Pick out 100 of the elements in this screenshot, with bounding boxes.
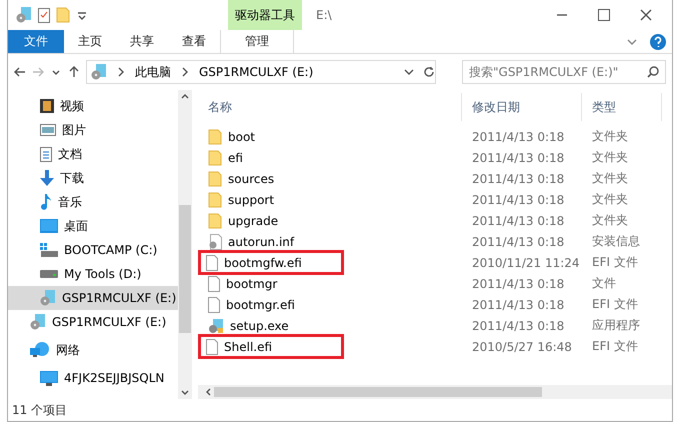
type-cell-text: EFI 文件 xyxy=(591,254,639,271)
scrollbar[interactable] xyxy=(198,385,672,399)
nav-item[interactable]: 视频 xyxy=(8,94,178,118)
monitor-icon xyxy=(40,370,58,386)
file-name[interactable]: autorun.inf xyxy=(228,234,294,248)
ribbon-tab[interactable]: 共享 xyxy=(116,30,168,53)
close-icon xyxy=(640,9,652,21)
nav-item[interactable]: My Tools (D:) xyxy=(8,262,178,286)
file-name[interactable]: bootmgr.efi xyxy=(226,298,295,312)
type-cell-text: 文件夹 xyxy=(591,212,629,229)
date-cell-text: 2010/11/21 11:24 xyxy=(471,256,581,270)
nav-item[interactable]: GSP1RMCULXF (E:) xyxy=(8,286,178,310)
disc-drive-icon xyxy=(16,7,32,23)
type-cell-text: EFI 文件 xyxy=(591,296,639,313)
search-icon xyxy=(647,66,659,78)
back-icon xyxy=(14,66,26,78)
file-name[interactable]: support xyxy=(228,192,274,206)
nav-label: 网络 xyxy=(56,342,80,358)
date-cell-text: 2011/4/13 0:18 xyxy=(471,234,566,248)
date-cell-text: 2011/4/13 0:18 xyxy=(471,172,566,186)
nav-item[interactable]: BOOTCAMP (C:) xyxy=(8,238,178,262)
nav-label: 下载 xyxy=(60,170,84,186)
up-icon xyxy=(68,66,80,78)
network-icon xyxy=(30,342,50,358)
file-icon xyxy=(208,276,220,292)
drive-icon xyxy=(40,243,58,257)
type-cell-text: 安装信息 xyxy=(591,233,641,250)
refresh-icon xyxy=(423,66,435,78)
nav-label: 音乐 xyxy=(58,194,82,210)
type-cell-text: EFI 文件 xyxy=(591,338,639,355)
nav-item[interactable]: 图片 xyxy=(8,118,178,142)
date-cell-text: 2011/4/13 0:18 xyxy=(471,214,566,228)
scroll-thumb[interactable] xyxy=(179,205,191,333)
down-arrow-icon xyxy=(40,170,54,186)
help-icon xyxy=(650,34,666,50)
nav-label: 图片 xyxy=(62,122,86,138)
nav-item[interactable]: 音乐 xyxy=(8,190,178,214)
scroll-thumb[interactable] xyxy=(214,387,542,397)
nav-label: 4FJK2SEJJBJSQLN xyxy=(64,371,164,385)
document-icon xyxy=(40,146,52,162)
setup-icon xyxy=(208,318,224,334)
file-name[interactable]: bootmgfw.efi xyxy=(224,256,302,270)
scrollbar[interactable] xyxy=(178,90,192,399)
column-header[interactable]: 类型 xyxy=(582,93,662,121)
disc-drive-icon xyxy=(30,314,46,330)
type-cell-text: 文件夹 xyxy=(591,128,629,145)
disc-drive-icon xyxy=(40,290,56,306)
nav-label: BOOTCAMP (C:) xyxy=(64,243,158,257)
nav-item[interactable]: 下载 xyxy=(8,166,178,190)
column-header[interactable]: 名称 xyxy=(198,93,462,121)
nav-item[interactable]: GSP1RMCULXF (E:) xyxy=(8,310,178,334)
ribbon-tab[interactable]: 管理 xyxy=(220,30,294,53)
date-cell-text: 2011/4/13 0:18 xyxy=(471,276,566,290)
status-text: 11 个项目 xyxy=(12,402,68,418)
file-icon xyxy=(208,296,220,312)
folder-icon xyxy=(56,7,70,23)
date-cell-text: 2011/4/13 0:18 xyxy=(471,192,566,206)
desktop-icon xyxy=(40,219,58,233)
file-name[interactable]: sources xyxy=(228,172,274,186)
film-icon xyxy=(40,99,54,113)
breadcrumb[interactable]: GSP1RMCULXF (E:) xyxy=(199,65,314,79)
forward-icon xyxy=(32,66,44,78)
type-cell-text: 应用程序 xyxy=(591,317,641,334)
music-note-icon xyxy=(40,194,52,210)
nav-label: GSP1RMCULXF (E:) xyxy=(52,315,166,329)
nav-item[interactable]: 文档 xyxy=(8,142,178,166)
type-cell-text: 文件夹 xyxy=(591,149,629,166)
date-cell-text: 2011/4/13 0:18 xyxy=(471,318,566,332)
maximize-icon xyxy=(598,9,610,21)
folder-icon xyxy=(208,192,222,208)
nav-label: 桌面 xyxy=(64,218,88,234)
nav-label: GSP1RMCULXF (E:) xyxy=(62,291,176,305)
ribbon-tab[interactable]: 主页 xyxy=(64,30,116,53)
window-title: E:\ xyxy=(315,7,333,24)
file-name[interactable]: bootmgr xyxy=(226,276,278,290)
search-field[interactable]: 搜索"GSP1RMCULXF (E:)" xyxy=(462,60,666,84)
file-name[interactable]: upgrade xyxy=(228,214,278,228)
type-cell-text: 文件夹 xyxy=(591,170,629,187)
nav-label: My Tools (D:) xyxy=(64,267,142,281)
nav-item[interactable]: 网络 xyxy=(8,338,178,362)
folder-icon xyxy=(208,128,222,144)
file-name[interactable]: setup.exe xyxy=(230,318,289,332)
ribbon-tab[interactable]: 查看 xyxy=(168,30,220,53)
file-name[interactable]: Shell.efi xyxy=(224,340,272,354)
address-bar[interactable]: 此电脑 GSP1RMCULXF (E:) xyxy=(86,60,436,84)
ribbon-tab[interactable]: 文件 xyxy=(8,30,64,53)
file-icon xyxy=(206,338,218,354)
column-header[interactable]: 修改日期 xyxy=(462,93,582,121)
date-cell-text: 2010/5/27 16:48 xyxy=(471,340,573,354)
nav-label: 视频 xyxy=(60,98,84,114)
nav-item[interactable]: 桌面 xyxy=(8,214,178,238)
drive-icon xyxy=(40,270,58,278)
file-name[interactable]: boot xyxy=(228,130,256,144)
breadcrumb[interactable]: 此电脑 xyxy=(135,64,171,80)
type-cell-text: 文件 xyxy=(591,275,617,292)
nav-label: 文档 xyxy=(58,146,82,162)
picture-icon xyxy=(40,124,56,136)
date-cell-text: 2011/4/13 0:18 xyxy=(471,298,566,312)
file-name[interactable]: efi xyxy=(228,150,243,164)
nav-item[interactable]: 4FJK2SEJJBJSQLN xyxy=(8,366,178,390)
